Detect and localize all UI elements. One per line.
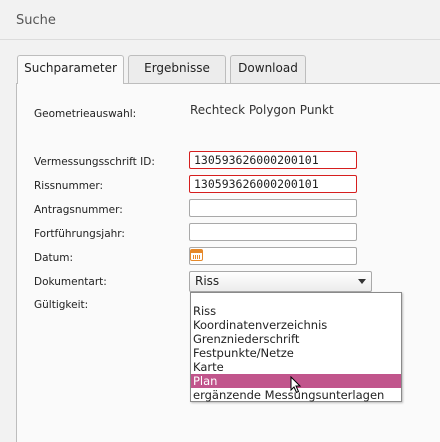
gueltigkeit-label: Gültigkeit:	[34, 299, 89, 311]
antragsnummer-input[interactable]	[189, 199, 357, 217]
dropdown-option[interactable]: Karte	[191, 360, 401, 374]
rissnummer-input[interactable]: 130593626000200101	[189, 175, 357, 193]
datum-input[interactable]	[189, 247, 357, 265]
calendar-icon[interactable]	[190, 249, 203, 261]
rissnummer-label: Rissnummer:	[34, 180, 104, 192]
vermessungsschrift-label: Vermessungsschrift ID:	[34, 156, 155, 168]
geometry-label: Geometrieauswahl:	[34, 108, 137, 120]
fortfuehrungsjahr-label: Fortführungsjahr:	[34, 228, 125, 240]
dropdown-option[interactable]: Riss	[191, 304, 401, 318]
mouse-cursor-icon	[290, 376, 302, 394]
dokumentart-label: Dokumentart:	[34, 276, 107, 288]
dokumentart-select[interactable]: Riss	[189, 271, 372, 292]
tab-ergebnisse[interactable]: Ergebnisse (7)	[128, 55, 226, 99]
vermessungsschrift-input[interactable]: 130593626000200101	[189, 151, 357, 169]
tab-download[interactable]: Download	[230, 55, 306, 83]
chevron-down-icon	[358, 279, 366, 284]
title-divider	[0, 39, 440, 40]
panel-title: Suche	[16, 13, 56, 28]
tab-suchparameter[interactable]: Suchparameter	[17, 55, 124, 84]
antragsnummer-label: Antragsnummer:	[34, 204, 123, 216]
dokumentart-selected: Riss	[195, 274, 220, 288]
datum-label: Datum:	[34, 252, 74, 264]
dropdown-option[interactable]: Grenzniederschrift	[191, 332, 401, 346]
dropdown-option[interactable]: Festpunkte/Netze	[191, 346, 401, 360]
dropdown-option[interactable]: Koordinatenverzeichnis	[191, 318, 401, 332]
fortfuehrungsjahr-input[interactable]	[189, 223, 357, 241]
geometry-options[interactable]: Rechteck Polygon Punkt	[190, 103, 334, 117]
